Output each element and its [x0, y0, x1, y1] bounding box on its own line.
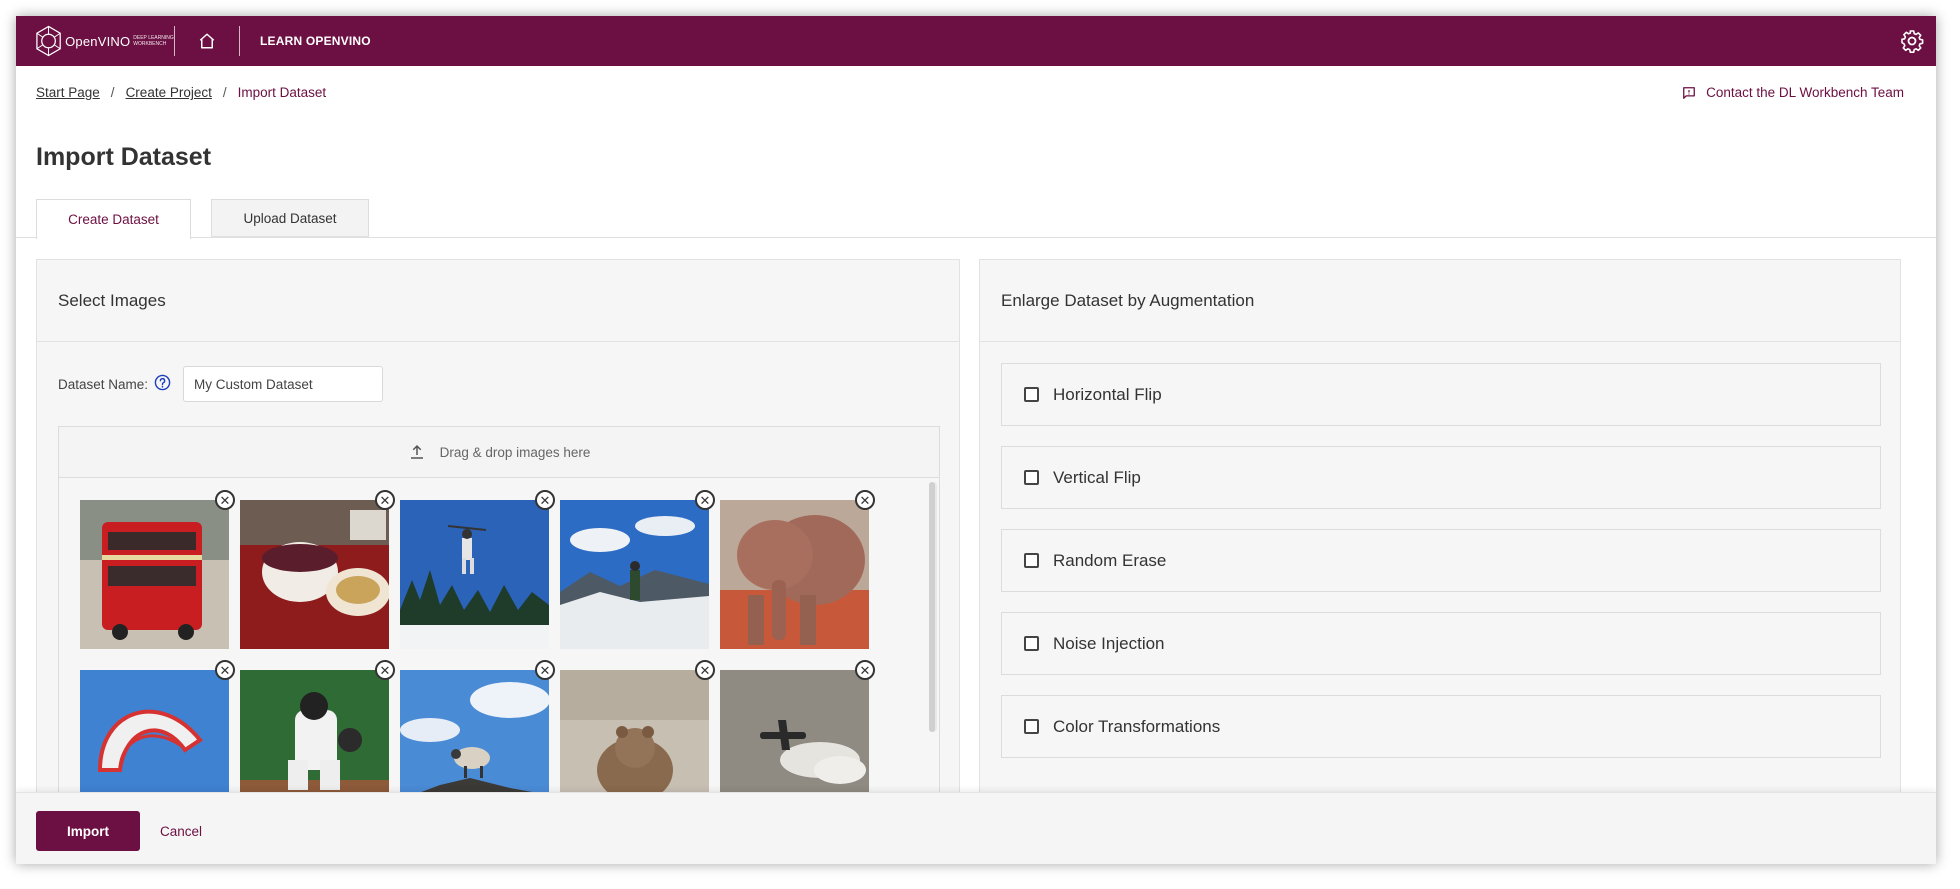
openvino-logo-icon [36, 25, 61, 57]
checkbox[interactable] [1024, 636, 1039, 651]
footer-action-bar: Import Cancel [16, 792, 1936, 864]
augmentation-option-label: Noise Injection [1053, 633, 1165, 653]
image-thumbnail[interactable] [720, 500, 869, 649]
remove-image-button[interactable]: ✕ [375, 490, 395, 510]
remove-image-button[interactable]: ✕ [215, 660, 235, 680]
checkbox[interactable] [1024, 719, 1039, 734]
app-window: OpenVINO DEEP LEARNING WORKBENCH LEARN O… [16, 16, 1936, 864]
checkbox[interactable] [1024, 387, 1039, 402]
select-images-panel: Select Images Dataset Name: Drag & drop … [36, 259, 960, 820]
remove-image-button[interactable]: ✕ [535, 660, 555, 680]
remove-image-button[interactable]: ✕ [375, 660, 395, 680]
select-images-title: Select Images [37, 260, 959, 342]
tab-create-dataset[interactable]: Create Dataset [36, 199, 191, 239]
augmentation-option-vertical-flip[interactable]: Vertical Flip [1001, 446, 1881, 509]
image-thumbnail[interactable] [560, 500, 709, 649]
augmentation-option-label: Color Transformations [1053, 716, 1221, 736]
logo-text: OpenVINO [65, 33, 131, 49]
feedback-icon [1683, 86, 1696, 99]
dataset-name-label: Dataset Name: [58, 376, 149, 392]
image-gallery: ✕ ✕ ✕ ✕ ✕ ✕ ✕ ✕ ✕ ✕ [58, 478, 940, 820]
dataset-name-input[interactable] [183, 366, 384, 402]
augmentation-option-label: Horizontal Flip [1053, 384, 1162, 404]
home-icon [199, 33, 215, 49]
dataset-name-row: Dataset Name: [58, 366, 384, 402]
image-dropzone[interactable]: Drag & drop images here [58, 426, 940, 478]
augmentation-option-color-transformations[interactable]: Color Transformations [1001, 695, 1881, 758]
image-thumbnail[interactable] [80, 500, 229, 649]
remove-image-button[interactable]: ✕ [215, 490, 235, 510]
logo-subtitle: DEEP LEARNING WORKBENCH [133, 35, 174, 47]
breadcrumb-current: Import Dataset [237, 85, 327, 100]
augmentation-option-random-erase[interactable]: Random Erase [1001, 529, 1881, 592]
remove-image-button[interactable]: ✕ [695, 660, 715, 680]
checkbox[interactable] [1024, 553, 1039, 568]
tabs-divider [16, 237, 1936, 238]
import-button[interactable]: Import [36, 811, 140, 851]
remove-image-button[interactable]: ✕ [695, 490, 715, 510]
top-navigation-bar: OpenVINO DEEP LEARNING WORKBENCH LEARN O… [16, 16, 1936, 66]
remove-image-button[interactable]: ✕ [855, 490, 875, 510]
augmentation-option-horizontal-flip[interactable]: Horizontal Flip [1001, 363, 1881, 426]
openvino-logo[interactable]: OpenVINO DEEP LEARNING WORKBENCH [34, 16, 174, 66]
breadcrumb-start-page[interactable]: Start Page [36, 85, 100, 100]
breadcrumb-separator: / [110, 85, 115, 100]
learn-openvino-link[interactable]: LEARN OPENVINO [260, 34, 371, 48]
tab-upload-dataset[interactable]: Upload Dataset [211, 199, 369, 237]
page-title: Import Dataset [36, 143, 212, 171]
remove-image-button[interactable]: ✕ [855, 660, 875, 680]
breadcrumb-create-project[interactable]: Create Project [126, 85, 212, 100]
contact-team-link[interactable]: Contact the DL Workbench Team [1682, 85, 1904, 100]
upload-icon [410, 444, 423, 459]
breadcrumb: Start Page / Create Project / Import Dat… [36, 85, 326, 100]
gallery-scrollbar-thumb[interactable] [929, 482, 935, 732]
divider [239, 26, 240, 56]
augmentation-option-label: Random Erase [1053, 550, 1167, 570]
contact-team-label: Contact the DL Workbench Team [1706, 85, 1904, 100]
augmentation-panel: Enlarge Dataset by Augmentation Horizont… [979, 259, 1901, 819]
checkbox[interactable] [1024, 470, 1039, 485]
image-thumbnail[interactable] [240, 500, 389, 649]
remove-image-button[interactable]: ✕ [535, 490, 555, 510]
dropzone-text: Drag & drop images here [439, 444, 591, 460]
augmentation-option-noise-injection[interactable]: Noise Injection [1001, 612, 1881, 675]
gear-icon [1901, 30, 1924, 53]
image-thumbnail[interactable] [400, 500, 549, 649]
augmentation-title: Enlarge Dataset by Augmentation [980, 260, 1900, 342]
home-button[interactable] [175, 16, 239, 66]
help-icon[interactable] [154, 374, 171, 394]
settings-button[interactable] [1900, 29, 1924, 53]
augmentation-option-label: Vertical Flip [1053, 467, 1141, 487]
breadcrumb-separator: / [222, 85, 227, 100]
cancel-button[interactable]: Cancel [160, 811, 202, 851]
